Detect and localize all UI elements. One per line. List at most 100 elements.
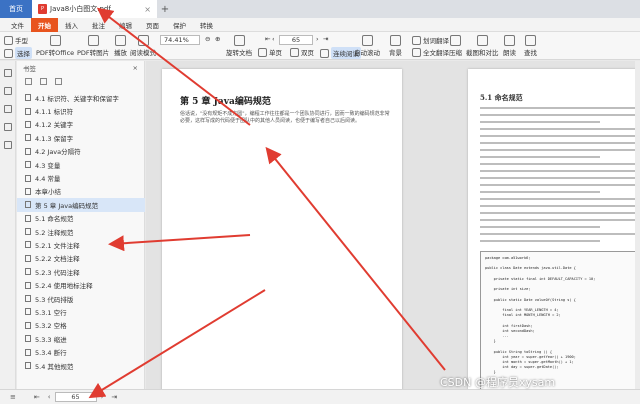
pdf-to-office-button[interactable]: PDF转Office — [36, 35, 74, 57]
word-translate-button[interactable]: 划词翻译 — [412, 35, 449, 45]
convert-image-icon — [87, 35, 99, 46]
status-first-page-icon[interactable]: ⇤ — [30, 393, 44, 401]
comment-panel-icon[interactable] — [4, 123, 12, 131]
bookmark-label: 5.2.2 文档注释 — [35, 255, 80, 264]
menu-protect[interactable]: 保护 — [166, 18, 193, 32]
bookmark-item[interactable]: 4.4 常量 — [17, 171, 145, 184]
bookmark-item[interactable]: 4.1 标识符、关键字和保留字 — [17, 91, 145, 104]
bookmark-item[interactable]: 5.4 其他规范 — [17, 359, 145, 372]
document-viewport[interactable]: 第 5 章 Java编码规范 俗话说，"没有规矩不成方圆"，编程工作往往都是一个… — [146, 61, 640, 389]
bookmark-label: 5.2 注释规范 — [35, 228, 74, 237]
close-tab-icon[interactable]: × — [144, 5, 151, 14]
bookmark-item[interactable]: 本章小结 — [17, 185, 145, 198]
bookmark-item[interactable]: 5.3.2 空格 — [17, 319, 145, 332]
search-panel-icon[interactable] — [4, 141, 12, 149]
attachment-icon[interactable] — [4, 105, 12, 113]
title-bar: 首页 P Java8小白图文.pdf × + — [0, 0, 640, 18]
double-page-icon — [290, 47, 299, 57]
status-next-page-icon[interactable]: › — [97, 393, 108, 401]
bookmark-item[interactable]: 5.2.3 代码注释 — [17, 265, 145, 278]
status-menu-icon[interactable]: ≡ — [6, 393, 20, 401]
next-page-icon[interactable]: › — [316, 35, 319, 43]
menu-annotate[interactable]: 批注 — [85, 18, 112, 32]
bookmark-item[interactable]: 4.1.3 保留字 — [17, 131, 145, 144]
find-button[interactable]: 查找 — [524, 35, 537, 57]
pdf-file-icon: P — [38, 4, 47, 14]
menu-bar: 文件 开始 插入 批注 编辑 页面 保护 转换 — [0, 17, 640, 32]
bookmark-item[interactable]: 4.1.2 关键字 — [17, 118, 145, 131]
menu-start[interactable]: 开始 — [31, 17, 58, 32]
vertical-scrollbar[interactable] — [635, 61, 640, 389]
status-bar: ≡ ⇤ ‹ 65 › ⇥ — [0, 389, 640, 404]
new-tab-button[interactable]: + — [157, 4, 173, 15]
pdf-to-image-button[interactable]: PDF转图片 — [77, 35, 109, 57]
menu-file[interactable]: 文件 — [4, 18, 31, 32]
bookmark-panel-icon[interactable] — [4, 69, 12, 77]
bookmark-label: 5.2.4 使用地标注释 — [35, 282, 93, 291]
menu-insert[interactable]: 插入 — [58, 18, 85, 32]
screenshot-icon — [476, 35, 488, 46]
status-page-input[interactable]: 65 — [54, 392, 97, 402]
bookmark-item[interactable]: 5.2 注释规范 — [17, 225, 145, 238]
delete-bookmark-icon[interactable] — [55, 77, 62, 85]
thumbnail-panel-icon[interactable] — [4, 87, 12, 95]
zoom-input[interactable]: 74.41% — [160, 35, 200, 45]
bookmark-label: 4.1.3 保留字 — [35, 134, 74, 143]
bookmark-icon — [25, 348, 31, 356]
double-page-button[interactable]: 双页 — [290, 47, 314, 57]
compress-button[interactable]: 压缩 — [449, 35, 462, 57]
prev-page-icon[interactable]: ‹ — [272, 35, 275, 43]
select-tool-button[interactable]: 选择 — [4, 47, 32, 59]
bookmark-item[interactable]: 5.3.3 缩进 — [17, 332, 145, 345]
bookmark-item[interactable]: 5.2.4 使用地标注释 — [17, 278, 145, 291]
tab-home[interactable]: 首页 — [0, 0, 32, 18]
bookmark-item[interactable]: 第 5 章 Java编码规范 — [17, 198, 145, 212]
zoom-out-icon[interactable]: ⊖ — [205, 35, 210, 43]
bookmark-label: 5.2.3 代码注释 — [35, 268, 80, 277]
page-number-input[interactable]: 65 — [279, 35, 313, 45]
bookmark-item[interactable]: 4.1.1 标识符 — [17, 104, 145, 117]
status-last-page-icon[interactable]: ⇥ — [107, 393, 121, 401]
zoom-in-icon[interactable]: ⊕ — [215, 35, 220, 43]
bookmark-icon — [25, 308, 31, 316]
hand-tool-button[interactable]: 手型 — [4, 35, 28, 45]
single-page-button[interactable]: 单页 — [258, 47, 282, 57]
bookmark-label: 本章小结 — [35, 188, 61, 197]
bookmark-item[interactable]: 4.2 Java分隔符 — [17, 145, 145, 158]
bookmark-icon — [25, 201, 31, 209]
menu-edit[interactable]: 编辑 — [112, 18, 139, 32]
bookmark-icon — [25, 254, 31, 262]
bookmark-label: 第 5 章 Java编码规范 — [35, 201, 99, 210]
play-icon — [115, 35, 126, 46]
background-button[interactable]: 背景 — [389, 35, 402, 57]
auto-scroll-button[interactable]: 自动滚动 — [354, 35, 380, 57]
bookmark-item[interactable]: 5.2.2 文档注释 — [17, 252, 145, 265]
capture-compare-button[interactable]: 截图和对比 — [466, 35, 499, 57]
tab-document-label: Java8小白图文.pdf — [50, 5, 111, 13]
first-page-icon[interactable]: ⇤ — [265, 35, 270, 43]
read-mode-button[interactable]: 阅读模式 — [130, 35, 156, 57]
watermark: CSDN @程序员xysam — [440, 376, 556, 389]
play-button[interactable]: 播放 — [114, 35, 127, 57]
bookmark-item[interactable]: 5.3 代码排版 — [17, 292, 145, 305]
tab-document[interactable]: P Java8小白图文.pdf × — [32, 0, 157, 18]
close-panel-icon[interactable]: × — [133, 64, 138, 72]
read-aloud-button[interactable]: 朗读 — [503, 35, 516, 57]
speaker-icon — [504, 35, 515, 46]
rotate-document-button[interactable]: 旋转文档 — [226, 35, 252, 57]
status-prev-page-icon[interactable]: ‹ — [44, 393, 55, 401]
bookmark-item[interactable]: 4.3 变量 — [17, 158, 145, 171]
add-bookmark-icon[interactable] — [40, 77, 47, 85]
bookmark-item[interactable]: 5.1 命名规范 — [17, 212, 145, 225]
menu-page[interactable]: 页面 — [139, 18, 166, 32]
last-page-icon[interactable]: ⇥ — [323, 35, 328, 43]
bookmark-item[interactable]: 5.3.1 空行 — [17, 305, 145, 318]
full-translate-button[interactable]: 全文翻译 — [412, 47, 449, 57]
bookmark-icon — [25, 281, 31, 289]
expand-icon[interactable] — [25, 77, 32, 85]
menu-convert[interactable]: 转换 — [193, 18, 220, 32]
hand-icon — [4, 35, 13, 45]
bookmark-item[interactable]: 5.2.1 文件注释 — [17, 238, 145, 251]
bookmark-icon — [25, 94, 31, 102]
bookmark-item[interactable]: 5.3.4 断行 — [17, 345, 145, 358]
